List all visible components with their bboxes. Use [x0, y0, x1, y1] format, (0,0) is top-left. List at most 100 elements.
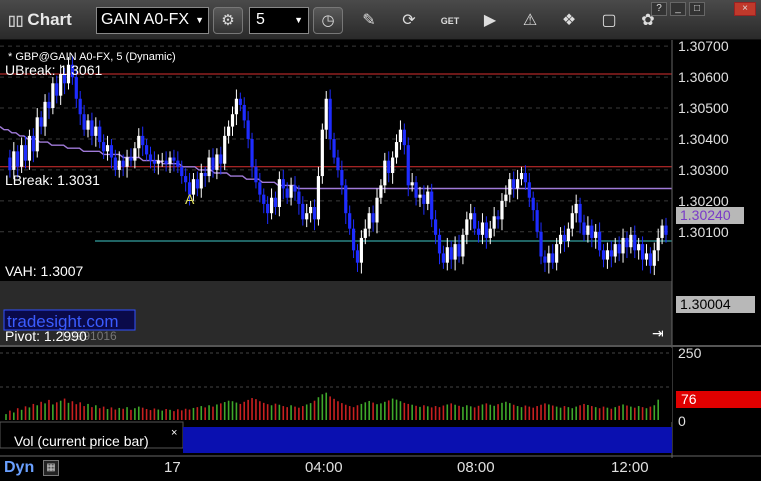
candle-body [203, 172, 207, 177]
candle-body [129, 157, 133, 161]
candle-body [293, 185, 297, 192]
time-label-0400: 04:00 [305, 459, 343, 476]
candle-body [332, 138, 336, 158]
candle-body [562, 234, 567, 242]
candle-body [465, 219, 469, 235]
candle-body [246, 120, 250, 139]
candle-body [519, 172, 524, 180]
dynamic-label[interactable]: Dyn [4, 459, 34, 477]
candle-body [574, 203, 578, 214]
candle-body [453, 244, 457, 260]
candle-body [78, 98, 82, 115]
candle-body [488, 228, 492, 238]
candle-body [590, 225, 594, 238]
candle-body [558, 234, 563, 245]
candle-body [547, 253, 551, 263]
candle-body [74, 77, 78, 99]
candle-body [137, 135, 141, 149]
candle-body [496, 216, 500, 220]
candle-body [312, 207, 317, 220]
volume-close-icon[interactable]: × [171, 427, 177, 439]
candle-body [82, 114, 86, 130]
candle-body [535, 210, 539, 232]
candle-body [230, 114, 235, 127]
candle-body [410, 182, 414, 186]
candle-body [469, 213, 473, 220]
chevron-down-icon: ▼ [195, 15, 204, 25]
candle-body [656, 237, 660, 251]
candle-body [344, 185, 348, 214]
candle-body [601, 250, 606, 260]
candle-body [387, 160, 391, 173]
interval-select[interactable]: 5 ▼ [249, 7, 309, 34]
candle-body [621, 237, 625, 254]
candle-body [660, 225, 664, 238]
chat-icon[interactable]: ▢ [598, 10, 620, 32]
candle-body [211, 157, 215, 170]
candle-body [375, 197, 379, 223]
calendar-icon[interactable]: ▦ [43, 460, 59, 476]
candle-body [55, 83, 59, 96]
pencil-icon[interactable]: ✎ [358, 10, 380, 32]
candle-body [586, 225, 590, 235]
candle-body [426, 191, 430, 204]
candle-body [441, 253, 445, 263]
maximize-button[interactable]: □ [689, 2, 705, 16]
candle-body [570, 213, 574, 229]
candle-body [105, 145, 110, 152]
chevron-down-icon: ▼ [294, 15, 303, 25]
candle-body [223, 135, 227, 164]
candle-body [152, 160, 157, 164]
candle-body [277, 179, 281, 208]
candle-body [613, 244, 617, 257]
candle-body [164, 160, 168, 164]
scroll-end-icon[interactable]: ⇥ [652, 325, 664, 341]
grip-icon: ▯▯ [8, 12, 24, 28]
candle-body [16, 151, 20, 167]
candle-body [309, 207, 313, 214]
play-icon[interactable]: ▶ [479, 10, 501, 32]
close-button[interactable]: × [734, 2, 756, 16]
time-label-0800: 08:00 [457, 459, 495, 476]
clock-icon[interactable]: ◷ [313, 7, 343, 34]
candle-body [234, 98, 239, 115]
price-tick-label: 1.30700 [678, 40, 729, 54]
volume-panel-bg [0, 348, 672, 422]
minimize-button[interactable]: _ [670, 2, 686, 16]
candle-body [437, 234, 442, 254]
candle-body [625, 237, 629, 248]
candle-body [640, 244, 645, 260]
candle-body [47, 101, 51, 109]
candle-body [473, 213, 477, 229]
candle-body [644, 253, 649, 260]
candle-body [555, 244, 559, 263]
candle-body [168, 157, 172, 164]
candle-body [227, 126, 231, 136]
symbol-select[interactable]: GAIN A0-FX ▼ [96, 7, 209, 34]
candle-body [394, 142, 399, 158]
candle-body [508, 179, 512, 195]
candle-body [250, 138, 254, 167]
candle-body [141, 135, 145, 146]
gear-icon[interactable]: ⚙ [213, 7, 243, 34]
app-title: ▯▯ Chart [8, 10, 72, 29]
get-icon[interactable]: GET [439, 10, 461, 32]
candle-body [195, 179, 199, 189]
help-button[interactable]: ? [651, 2, 667, 16]
candle-body [20, 145, 24, 167]
candle-body [594, 231, 598, 238]
tag-icon[interactable]: ❖ [558, 10, 580, 32]
candle-body [262, 194, 266, 204]
alert-icon[interactable]: ⚠ [519, 10, 541, 32]
candle-body [172, 157, 176, 161]
candle-body [598, 231, 602, 251]
candle-body [316, 176, 321, 220]
candle-body [144, 145, 149, 155]
volume-zero-label: 0 [678, 413, 686, 429]
refresh-icon[interactable]: ⟳ [398, 10, 420, 32]
marker-a: A [185, 191, 195, 207]
candle-body [445, 247, 449, 263]
candle-body [504, 194, 508, 201]
candle-body [551, 253, 555, 263]
candle-body [133, 148, 137, 161]
